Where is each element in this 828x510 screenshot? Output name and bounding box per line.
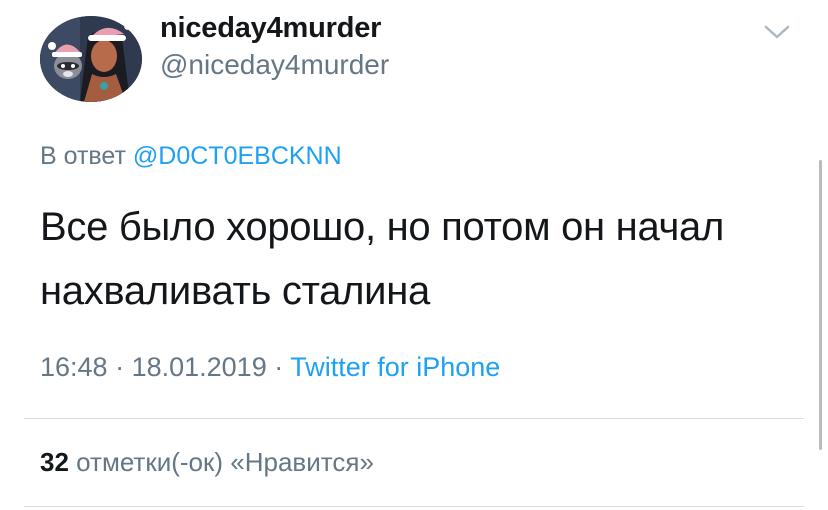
chevron-down-icon[interactable] (762, 22, 792, 42)
avatar[interactable] (40, 16, 142, 102)
tweet-source-link[interactable]: Twitter for iPhone (290, 352, 500, 382)
likes-stat[interactable]: 32 отметки(-ок) «Нравится» (40, 447, 374, 478)
reply-mention-link[interactable]: @D0CT0EBCKNN (133, 142, 342, 170)
likes-label: отметки(-ок) «Нравится» (68, 447, 374, 477)
reply-prefix: В ответ (40, 142, 133, 170)
divider (24, 418, 804, 419)
reply-context: В ответ @D0CT0EBCKNN (40, 142, 342, 171)
divider (24, 506, 804, 507)
likes-count: 32 (40, 447, 69, 477)
tweet-text: Все было хорошо, но потом он начал нахва… (40, 205, 725, 313)
scrollbar[interactable] (819, 160, 822, 450)
avatar-image (40, 16, 142, 102)
tweet-meta: 16:48 · 18.01.2019 · Twitter for iPhone (40, 352, 500, 383)
tweet-time: 16:48 (40, 352, 108, 382)
tweet-detail-view: niceday4murder @niceday4murder В ответ @… (0, 0, 828, 510)
tweet-date: 18.01.2019 (131, 352, 267, 382)
display-name[interactable]: niceday4murder (160, 12, 381, 45)
user-handle[interactable]: @niceday4murder (160, 49, 389, 81)
meta-separator: · (266, 352, 291, 382)
meta-separator: · (107, 352, 132, 382)
